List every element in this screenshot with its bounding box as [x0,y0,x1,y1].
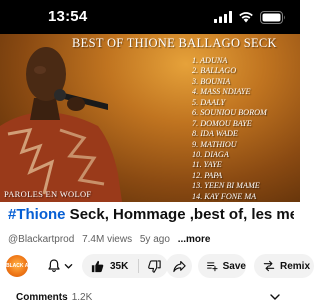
track-item: 4. MASS NDIAYE [192,87,251,97]
track-item: 13. YEEN BI MAME [192,181,260,191]
remix-icon [263,260,275,272]
track-item: 7. DOMOU BAYE [192,118,252,128]
track-item: 2. BALLAGO [192,66,237,76]
track-item: 10. DIAGA [192,149,229,159]
upload-age: 5y ago [139,234,170,245]
battery-icon [260,10,285,24]
track-item: 11. YAYE [192,160,222,170]
video-title-text: Seck, Hommage ,best of, les meilleu... [69,206,294,223]
wifi-icon [239,12,253,23]
hashtag-link[interactable]: #Thione [8,206,66,223]
chevron-down-icon [64,263,73,269]
save-button[interactable]: Save [198,254,246,278]
track-item: 5. DAALY [192,97,226,107]
track-item: 1. ADUNA [192,56,228,65]
track-item: 3. BOUNIA [192,76,231,86]
subscription-bell-button[interactable] [46,258,73,274]
like-count: 35K [110,260,129,272]
thumbnail-title: BEST OF THIONE BALLAGO SECK [72,36,277,50]
lyrics-note: PAROLES EN WOLOF [4,189,92,199]
dislike-button[interactable] [147,259,162,274]
status-icons [214,9,286,25]
track-item: 8. IDA WADE [192,129,238,139]
track-item: 9. MATHIOU [192,139,237,149]
like-button[interactable]: 35K [82,259,134,274]
status-time: 13:54 [48,8,88,25]
share-icon [172,260,186,272]
comments-label: Comments [16,292,68,303]
status-bar: 13:54 [0,0,300,34]
remix-button[interactable]: Remix [254,254,314,278]
video-player[interactable]: BEST OF THIONE BALLAGO SECK 1. ADUNA 2. B… [0,34,300,202]
video-title[interactable]: #Thione Seck, Hommage ,best of, les meil… [8,206,294,223]
save-to-playlist-icon [207,262,218,272]
thumbs-up-icon [91,260,104,272]
like-divider [138,259,139,273]
action-row: BLACK ART 35K [0,252,314,280]
remix-label: Remix [280,260,311,272]
more-link[interactable]: ...more [178,234,211,245]
track-item: 14. KAY FONE MA [192,191,257,201]
bell-icon [48,259,60,273]
track-item: 12. PAPA [192,170,223,180]
comments-section[interactable]: Comments 1.2K [16,292,92,303]
track-item: 6. SOUNIOU BOROM [192,108,267,118]
save-label: Save [222,260,246,272]
like-dislike-group: 35K [82,254,168,278]
share-button[interactable] [166,254,192,278]
channel-avatar[interactable]: BLACK ART [6,255,28,277]
view-count: 7.4M views [82,234,133,245]
channel-handle[interactable]: @Blackartprod [8,234,74,245]
thumbs-down-icon [148,259,161,273]
comments-count: 1.2K [71,292,93,303]
tracklist: 1. ADUNA 2. BALLAGO 3. BOUNIA 4. MASS NDIAY… [192,56,300,202]
cellular-signal-icon [214,11,232,23]
video-meta[interactable]: @Blackartprod 7.4M views 5y ago ...more [8,234,294,245]
